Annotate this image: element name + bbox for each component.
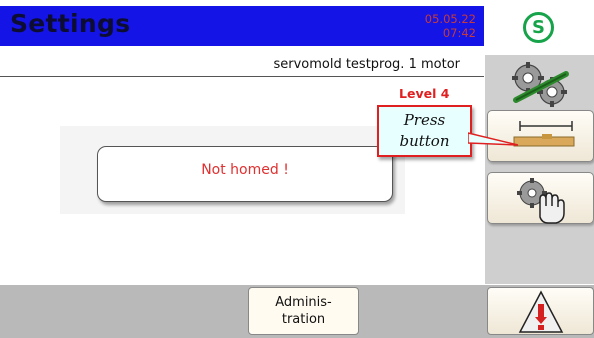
admin-label-line-2: tration xyxy=(281,312,326,327)
alarm-button[interactable] xyxy=(487,287,594,335)
s-logo-icon[interactable]: S xyxy=(523,12,554,43)
access-level-label: Level 4 xyxy=(399,86,450,101)
date-text: 05.05.22 xyxy=(424,12,476,26)
warning-triangle-icon xyxy=(518,290,564,333)
program-name: servomold testprog. 1 motor xyxy=(273,57,460,72)
program-line: servomold testprog. 1 motor xyxy=(0,55,484,77)
status-message-box: Not homed ! xyxy=(97,146,393,202)
page-title: Settings xyxy=(10,9,131,38)
gear-hand-icon xyxy=(517,178,565,224)
callout-pointer xyxy=(468,132,519,146)
date-time: 05.05.22 07:42 xyxy=(425,12,476,40)
manual-operation-button[interactable] xyxy=(487,172,594,224)
administration-button[interactable]: Adminis- tration xyxy=(248,287,359,335)
admin-label-line-1: Adminis- xyxy=(275,295,332,310)
time-text: 07:42 xyxy=(442,26,476,40)
status-message: Not homed ! xyxy=(201,162,289,178)
press-button-callout: Press button xyxy=(377,105,472,157)
title-bar: Settings 05.05.22 07:42 xyxy=(0,6,484,46)
gears-with-wrench-icon[interactable] xyxy=(506,60,576,114)
callout-line-1: Press xyxy=(403,111,446,129)
callout-line-2: button xyxy=(399,132,450,150)
